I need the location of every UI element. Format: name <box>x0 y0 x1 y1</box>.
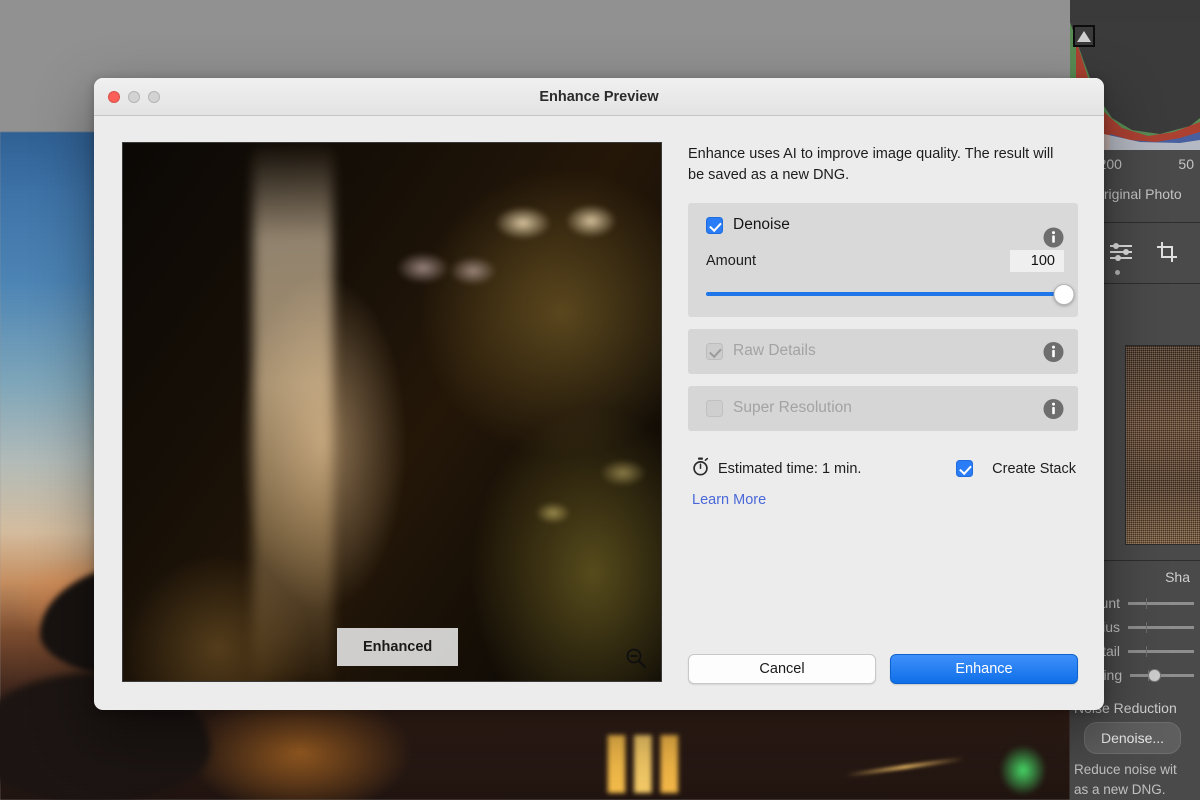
preview-highlight-column <box>253 143 333 681</box>
enhance-button[interactable]: Enhance <box>890 654 1078 684</box>
slider-track-fill <box>706 292 1064 296</box>
maximize-button[interactable] <box>148 91 160 103</box>
amount-label: Amount <box>706 253 756 269</box>
denoise-checkbox[interactable] <box>706 217 723 234</box>
background-lights <box>600 735 710 793</box>
meta-row: Estimated time: 1 min. Create Stack <box>688 457 1078 480</box>
super-resolution-header: Super Resolution <box>706 399 1064 417</box>
dialog-description: Enhance uses AI to improve image quality… <box>688 144 1062 185</box>
create-stack-label: Create Stack <box>992 461 1076 477</box>
create-stack-checkbox[interactable] <box>956 460 973 477</box>
denoise-button[interactable]: Denoise... <box>1084 722 1181 754</box>
slider-track[interactable] <box>1128 626 1194 629</box>
dialog-body: Enhanced Enhance uses AI to improve imag… <box>94 116 1104 710</box>
raw-details-header: Raw Details <box>706 342 1064 360</box>
denoise-header[interactable]: Denoise <box>706 216 1064 234</box>
enhanced-badge: Enhanced <box>337 628 458 666</box>
slider-track[interactable] <box>1130 674 1194 677</box>
crop-icon[interactable] <box>1156 241 1178 266</box>
histogram-clipping-indicator-icon[interactable] <box>1073 25 1095 47</box>
window-controls[interactable] <box>108 91 160 103</box>
stopwatch-icon <box>692 457 709 480</box>
dialog-titlebar: Enhance Preview <box>94 78 1104 116</box>
info-icon-raw-details[interactable] <box>1043 341 1064 362</box>
super-resolution-checkbox <box>706 400 723 417</box>
dialog-actions: Cancel Enhance <box>688 654 1078 684</box>
learn-more-link[interactable]: Learn More <box>688 492 1078 508</box>
amount-row: Amount 100 <box>706 250 1064 272</box>
denoise-label: Denoise <box>733 216 790 234</box>
minimize-button[interactable] <box>128 91 140 103</box>
background-green-light <box>1000 745 1046 795</box>
info-icon-super-resolution[interactable] <box>1043 398 1064 419</box>
info-icon-denoise[interactable] <box>1043 227 1064 248</box>
slider-track[interactable] <box>1128 650 1194 653</box>
option-card-denoise: Denoise Amount 100 <box>688 203 1078 317</box>
estimated-time: Estimated time: 1 min. <box>692 457 861 480</box>
options-column: Enhance uses AI to improve image quality… <box>688 142 1078 710</box>
original-photo-label: Original Photo <box>1093 186 1182 202</box>
slider-track[interactable] <box>1128 602 1194 605</box>
raw-details-label: Raw Details <box>733 342 816 360</box>
estimated-time-label: Estimated time: 1 min. <box>718 461 861 477</box>
nr-desc-line-1: Reduce noise wit <box>1074 760 1200 780</box>
amount-slider[interactable] <box>706 285 1064 303</box>
screen: O 3200 50 Original Photo <box>0 0 1200 800</box>
shutter-value: 50 <box>1178 156 1194 172</box>
close-button[interactable] <box>108 91 120 103</box>
preview-image-area[interactable]: Enhanced <box>122 142 662 682</box>
noise-reduction-description: Reduce noise wit as a new DNG. <box>1074 760 1200 799</box>
option-card-raw-details: Raw Details <box>688 329 1078 374</box>
detail-preview-thumbnail[interactable] <box>1125 345 1200 545</box>
enhance-preview-dialog: Enhance Preview Enhanced Enhance uses <box>94 78 1104 710</box>
edit-sliders-icon[interactable] <box>1108 241 1134 266</box>
option-card-super-resolution: Super Resolution <box>688 386 1078 431</box>
create-stack-control[interactable]: Create Stack <box>956 460 1076 477</box>
lightroom-topbar <box>1070 0 1200 22</box>
dialog-title: Enhance Preview <box>94 89 1104 105</box>
amount-value[interactable]: 100 <box>1010 250 1064 272</box>
slider-thumb[interactable] <box>1148 669 1161 682</box>
super-resolution-label: Super Resolution <box>733 399 852 417</box>
cancel-button[interactable]: Cancel <box>688 654 876 684</box>
zoom-out-icon[interactable] <box>625 647 647 669</box>
raw-details-checkbox <box>706 343 723 360</box>
slider-thumb[interactable] <box>1054 284 1075 305</box>
nr-desc-line-2: as a new DNG. <box>1074 780 1200 800</box>
preview-image <box>123 143 661 681</box>
active-tool-indicator <box>1115 270 1120 275</box>
